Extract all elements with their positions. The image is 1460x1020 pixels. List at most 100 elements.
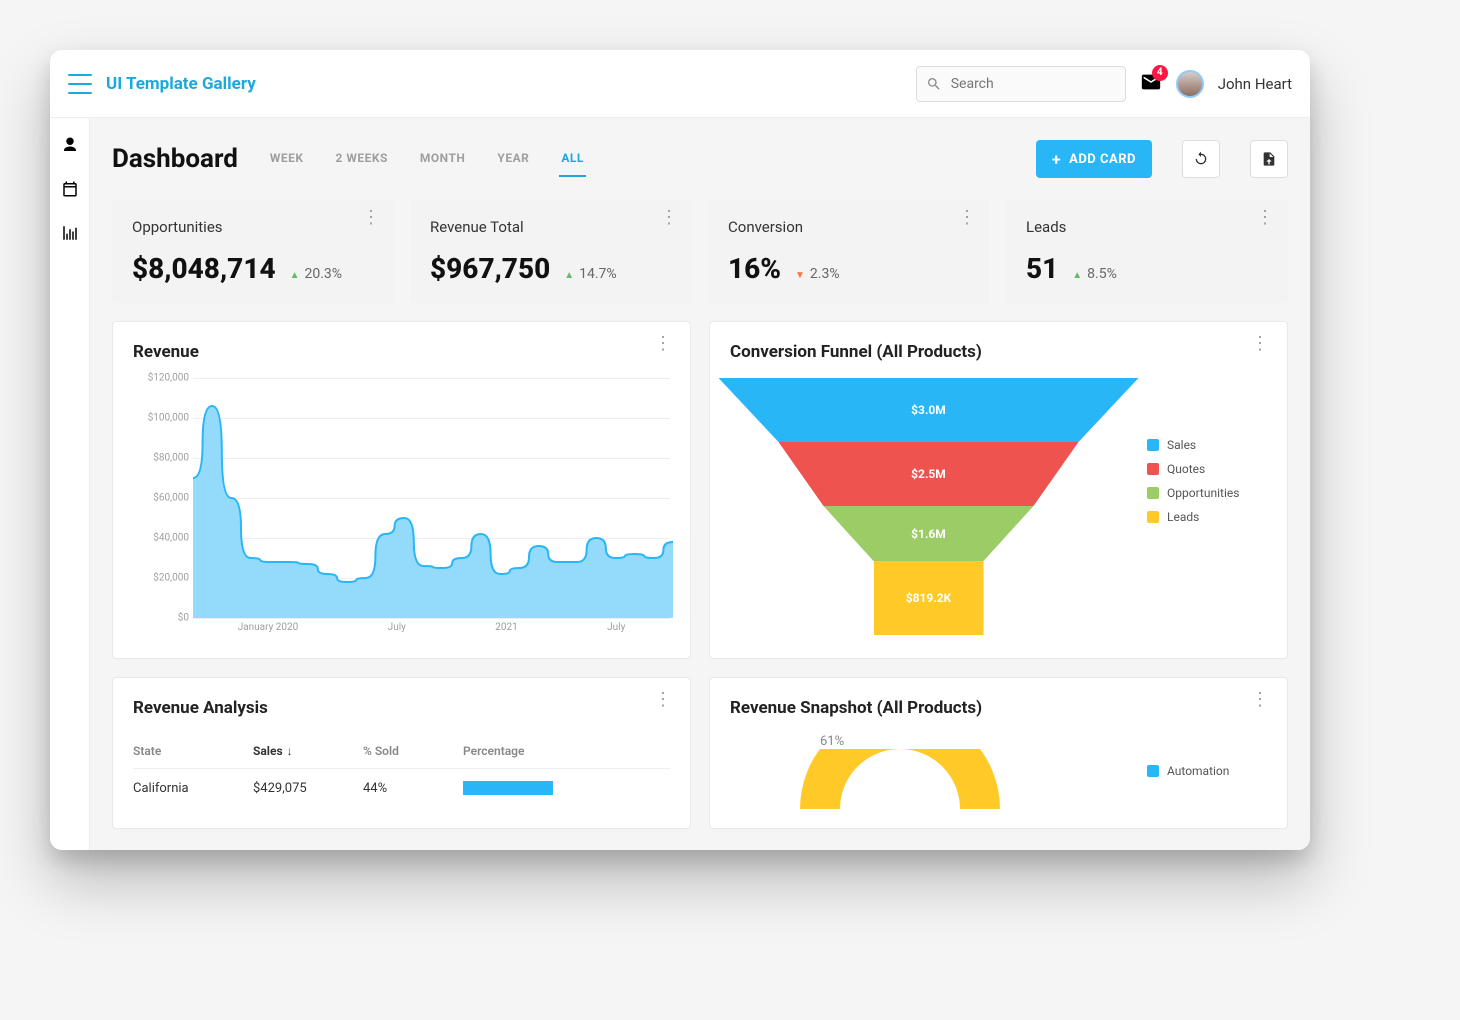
user-name[interactable]: John Heart [1218, 75, 1292, 93]
donut-chart [790, 749, 1010, 809]
kpi-more-button[interactable] [1256, 216, 1274, 220]
sidebar-item-calendar[interactable] [59, 178, 81, 200]
panel-more-button[interactable] [1251, 698, 1269, 702]
kpi-label: Conversion [728, 218, 970, 236]
sort-desc-icon: ↓ [287, 744, 293, 758]
col-state[interactable]: State [133, 744, 253, 758]
add-card-label: ADD CARD [1069, 152, 1136, 167]
legend-item: Opportunities [1147, 486, 1267, 500]
funnel-segment: $1.6M [824, 506, 1034, 561]
kpi-more-button[interactable] [660, 216, 678, 220]
kpi-label: Leads [1026, 218, 1268, 236]
kpi-conversion: Conversion 16% 2.3% [708, 200, 990, 303]
pct-bar [463, 781, 553, 795]
person-icon [61, 136, 79, 154]
legend-label: Opportunities [1167, 486, 1239, 500]
sidebar [50, 118, 90, 850]
sidebar-item-analytics[interactable] [59, 222, 81, 244]
funnel-segment: $2.5M [779, 442, 1079, 506]
tab-2weeks[interactable]: 2 WEEKS [334, 141, 390, 177]
legend-item: Sales [1147, 438, 1267, 452]
funnel-panel: Conversion Funnel (All Products) $3.0M$2… [709, 321, 1288, 659]
legend-swatch [1147, 463, 1159, 475]
legend-label: Leads [1167, 510, 1199, 524]
snapshot-panel: Revenue Snapshot (All Products) 61% Auto… [709, 677, 1288, 829]
analysis-panel: Revenue Analysis State Sales↓ % Sold Per… [112, 677, 691, 829]
notifications-count: 4 [1152, 65, 1168, 81]
kpi-delta: 2.3% [795, 266, 840, 282]
x-axis-labels: January 2020July2021July [193, 622, 670, 633]
chart-icon [61, 224, 79, 242]
legend-swatch [1147, 765, 1159, 777]
panel-row-2: Revenue Analysis State Sales↓ % Sold Per… [112, 677, 1288, 829]
tab-month[interactable]: MONTH [418, 141, 467, 177]
kpi-value: $967,750 [430, 252, 550, 285]
legend-swatch [1147, 487, 1159, 499]
search-input[interactable] [916, 66, 1126, 102]
col-psold[interactable]: % Sold [363, 744, 463, 758]
search-box [916, 66, 1126, 102]
kpi-row: Opportunities $8,048,714 20.3% Revenue T… [112, 200, 1288, 303]
panel-more-button[interactable] [654, 342, 672, 346]
panel-title: Revenue Analysis [133, 698, 670, 718]
kpi-value: $8,048,714 [132, 252, 276, 285]
menu-toggle-button[interactable] [68, 74, 92, 94]
tab-year[interactable]: YEAR [495, 141, 531, 177]
refresh-button[interactable] [1182, 140, 1220, 178]
time-range-tabs: WEEK 2 WEEKS MONTH YEAR ALL [268, 141, 586, 177]
cell-state: California [133, 781, 253, 796]
kpi-more-button[interactable] [362, 216, 380, 220]
legend-item: Quotes [1147, 462, 1267, 476]
revenue-area-chart [193, 378, 673, 618]
brand-title[interactable]: UI Template Gallery [106, 74, 256, 94]
table-header: State Sales↓ % Sold Percentage [133, 734, 670, 769]
avatar[interactable] [1176, 70, 1204, 98]
legend-item: Leads [1147, 510, 1267, 524]
revenue-panel: Revenue $0$20,000$40,000$60,000$80,000$1… [112, 321, 691, 659]
refresh-icon [1193, 151, 1209, 167]
legend-item: Automation [1147, 764, 1267, 778]
legend-label: Quotes [1167, 462, 1205, 476]
funnel-segment: $3.0M [719, 378, 1139, 442]
kpi-revenue-total: Revenue Total $967,750 14.7% [410, 200, 692, 303]
kpi-delta: 8.5% [1072, 266, 1117, 282]
main-content: Dashboard WEEK 2 WEEKS MONTH YEAR ALL + … [90, 118, 1310, 850]
kpi-label: Opportunities [132, 218, 374, 236]
funnel-wrap: $3.0M$2.5M$1.6M$819.2K Sales Quotes Opport… [730, 378, 1267, 638]
kpi-more-button[interactable] [958, 216, 976, 220]
kpi-value: 16% [728, 252, 781, 285]
panel-title: Conversion Funnel (All Products) [730, 342, 1267, 362]
add-card-button[interactable]: + ADD CARD [1036, 140, 1152, 178]
sidebar-item-profile[interactable] [59, 134, 81, 156]
cell-sales: $429,075 [253, 781, 363, 796]
cell-pct [463, 781, 670, 796]
funnel-legend: Sales Quotes Opportunities Leads [1147, 378, 1267, 638]
panel-row-1: Revenue $0$20,000$40,000$60,000$80,000$1… [112, 321, 1288, 659]
tab-all[interactable]: ALL [559, 141, 586, 177]
donut-container: 61% [730, 734, 1127, 794]
page-header: Dashboard WEEK 2 WEEKS MONTH YEAR ALL + … [112, 140, 1288, 178]
topbar: UI Template Gallery 4 John Heart [50, 50, 1310, 118]
kpi-label: Revenue Total [430, 218, 672, 236]
col-sales[interactable]: Sales↓ [253, 744, 363, 758]
plus-icon: + [1052, 150, 1061, 169]
kpi-delta: 14.7% [564, 266, 616, 282]
y-axis-labels: $0$20,000$40,000$60,000$80,000$100,000$1… [133, 378, 193, 618]
revenue-chart: $0$20,000$40,000$60,000$80,000$100,000$1… [133, 378, 670, 638]
panel-more-button[interactable] [1251, 342, 1269, 346]
calendar-icon [61, 180, 79, 198]
export-button[interactable] [1250, 140, 1288, 178]
kpi-delta: 20.3% [290, 266, 342, 282]
panel-more-button[interactable] [654, 698, 672, 702]
kpi-leads: Leads 51 8.5% [1006, 200, 1288, 303]
cell-psold: 44% [363, 781, 463, 796]
col-pct[interactable]: Percentage [463, 744, 670, 758]
export-icon [1261, 151, 1277, 167]
notifications-button[interactable]: 4 [1140, 71, 1162, 97]
tab-week[interactable]: WEEK [268, 141, 306, 177]
page-title: Dashboard [112, 144, 238, 174]
funnel-chart: $3.0M$2.5M$1.6M$819.2K [730, 378, 1127, 638]
donut-wrap: 61% Automation [730, 734, 1267, 794]
legend-label: Sales [1167, 438, 1196, 452]
search-icon [926, 76, 942, 92]
